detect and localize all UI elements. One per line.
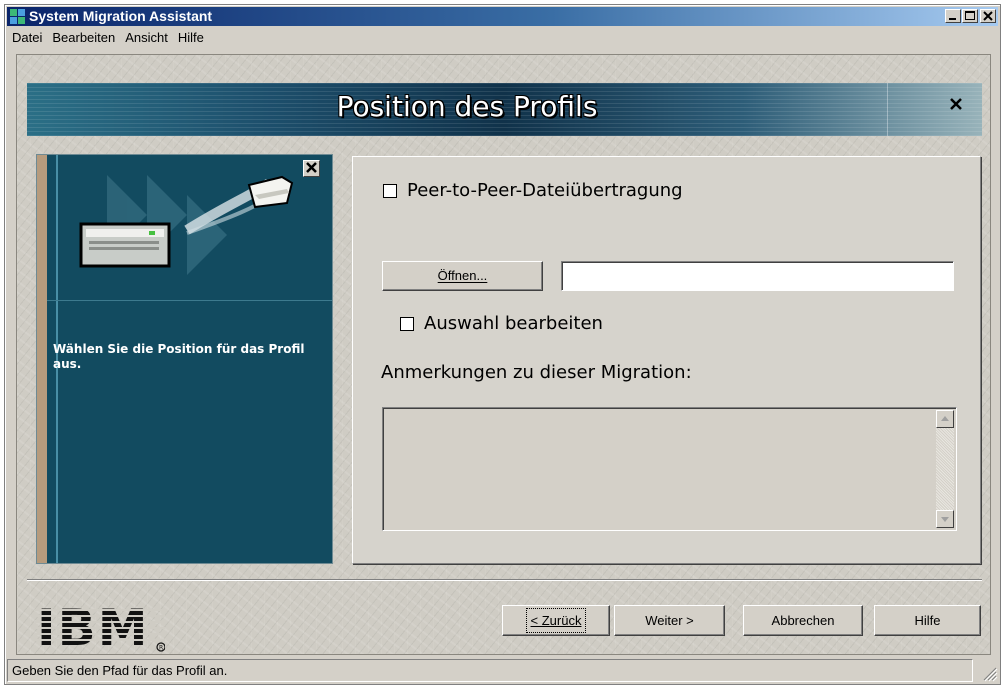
menu-bar: Datei Bearbeiten Ansicht Hilfe bbox=[7, 27, 209, 47]
open-button[interactable]: Öffnen... bbox=[382, 261, 543, 291]
form-panel: Peer-to-Peer-Dateiübertragung Öffnen... … bbox=[352, 156, 981, 564]
banner-close-button[interactable] bbox=[947, 97, 965, 115]
side-panel-close-button[interactable] bbox=[303, 160, 320, 177]
notes-label: Anmerkungen zu dieser Migration: bbox=[381, 362, 692, 383]
menu-bearbeiten[interactable]: Bearbeiten bbox=[47, 30, 120, 45]
banner-divider bbox=[887, 83, 888, 136]
title-bar[interactable]: System Migration Assistant bbox=[7, 7, 998, 26]
menu-datei[interactable]: Datei bbox=[7, 30, 47, 45]
arrow-up-icon bbox=[941, 416, 949, 421]
minimize-button[interactable] bbox=[945, 9, 961, 23]
back-button-label: < Zurück bbox=[525, 608, 587, 633]
edit-selection-label: Auswahl bearbeiten bbox=[424, 313, 603, 334]
edit-selection-checkbox-box[interactable] bbox=[400, 316, 414, 331]
maximize-icon bbox=[965, 11, 975, 20]
status-bar: Geben Sie den Pfad für das Profil an. bbox=[7, 659, 998, 682]
arrow-down-icon bbox=[941, 517, 949, 522]
window-title: System Migration Assistant bbox=[29, 8, 213, 24]
notes-textarea[interactable] bbox=[382, 407, 957, 531]
back-button[interactable]: < Zurück bbox=[502, 605, 610, 636]
header-banner: Position des Profils bbox=[27, 83, 982, 136]
close-icon bbox=[306, 162, 317, 173]
side-panel-instructions: Wählen Sie die Position für das Profil a… bbox=[53, 342, 305, 371]
help-button[interactable]: Hilfe bbox=[874, 605, 981, 636]
maximize-button[interactable] bbox=[962, 9, 978, 23]
server-transfer-illustration bbox=[79, 175, 294, 275]
p2p-checkbox[interactable]: Peer-to-Peer-Dateiübertragung bbox=[383, 180, 683, 201]
page-title: Position des Profils bbox=[336, 90, 598, 123]
ibm-logo: IBM R bbox=[35, 601, 165, 653]
side-divider bbox=[47, 300, 332, 301]
close-window-button[interactable] bbox=[980, 9, 996, 23]
window-controls bbox=[944, 9, 996, 23]
menu-ansicht[interactable]: Ansicht bbox=[120, 30, 173, 45]
status-text: Geben Sie den Pfad für das Profil an. bbox=[7, 659, 973, 682]
edit-selection-checkbox[interactable]: Auswahl bearbeiten bbox=[400, 313, 603, 334]
help-button-label: Hilfe bbox=[914, 613, 941, 628]
scroll-down-button[interactable] bbox=[936, 510, 954, 528]
notes-scrollbar[interactable] bbox=[936, 410, 954, 528]
next-button-label: Weiter > bbox=[645, 613, 694, 628]
cancel-button-label: Abbrechen bbox=[771, 613, 835, 628]
profile-path-input[interactable] bbox=[561, 261, 954, 291]
minimize-icon bbox=[949, 18, 956, 20]
p2p-checkbox-box[interactable] bbox=[383, 183, 397, 198]
next-button[interactable]: Weiter > bbox=[614, 605, 725, 636]
footer-separator bbox=[27, 579, 982, 581]
resize-grip-icon[interactable] bbox=[980, 664, 998, 682]
close-icon bbox=[950, 98, 962, 110]
p2p-checkbox-label: Peer-to-Peer-Dateiübertragung bbox=[407, 180, 683, 201]
application-window: System Migration Assistant Datei Bearbei… bbox=[4, 4, 1001, 685]
close-icon bbox=[983, 11, 993, 21]
migration-app-icon bbox=[10, 9, 25, 24]
wizard-content: Position des Profils Wählen Sie die Posi… bbox=[16, 54, 991, 655]
cancel-button[interactable]: Abbrechen bbox=[743, 605, 863, 636]
info-side-panel: Wählen Sie die Position für das Profil a… bbox=[36, 154, 333, 564]
open-button-text: Öffnen... bbox=[437, 268, 488, 283]
menu-hilfe[interactable]: Hilfe bbox=[173, 30, 209, 45]
svg-text:R: R bbox=[159, 645, 163, 652]
scroll-up-button[interactable] bbox=[936, 410, 954, 428]
